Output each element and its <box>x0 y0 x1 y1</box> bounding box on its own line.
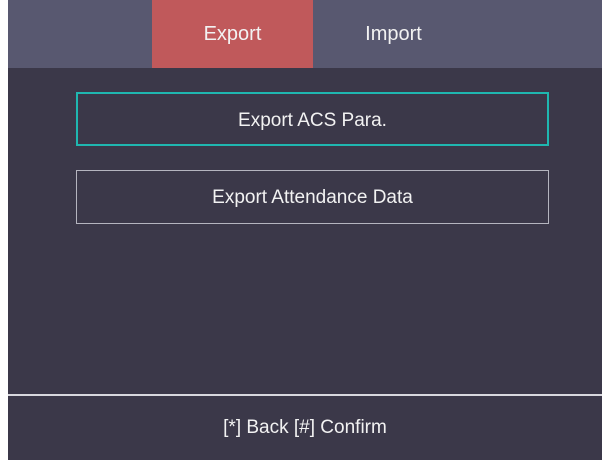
export-attendance-data-button[interactable]: Export Attendance Data <box>76 170 549 224</box>
tab-import[interactable]: Import <box>313 0 474 68</box>
key-hint-footer: [*] Back [#] Confirm <box>223 417 387 438</box>
tab-export[interactable]: Export <box>152 0 313 68</box>
export-acs-para-button[interactable]: Export ACS Para. <box>76 92 549 146</box>
device-screen: Export Import Export ACS Para. Export At… <box>8 0 602 460</box>
tab-bar: Export Import <box>8 0 602 68</box>
